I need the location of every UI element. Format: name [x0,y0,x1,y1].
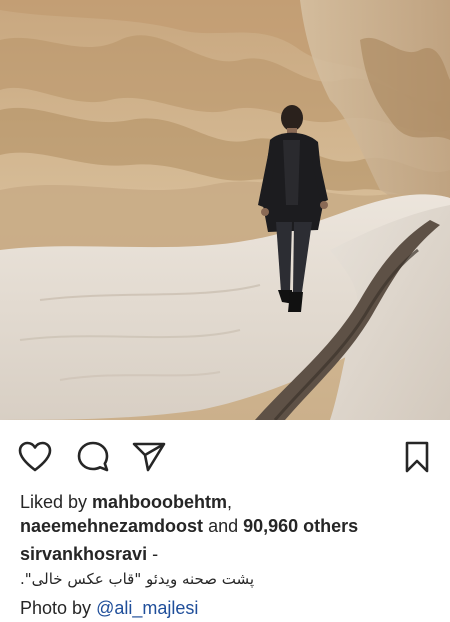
likes-count[interactable]: 90,960 others [243,516,358,536]
post-photo[interactable] [0,0,450,420]
photographer-mention[interactable]: @ali_majlesi [96,598,198,618]
liker-username-2[interactable]: naeemehnezamdoost [20,516,203,536]
bookmark-icon[interactable] [398,438,436,476]
caption-username[interactable]: sirvankhosravi [20,544,147,564]
photo-credit: Photo by @ali_majlesi [20,596,198,620]
likes-prefix: Liked by [20,492,93,512]
heart-icon[interactable] [16,438,54,476]
comment-bubble-icon[interactable] [74,438,112,476]
caption-dash: - [147,544,159,564]
credit-prefix: Photo by [20,598,97,618]
likes-summary: Liked by mahbooobehtm, naeemehnezamdoost… [20,490,440,538]
paper-plane-icon[interactable] [130,438,168,476]
likes-comma: , [227,492,233,512]
liker-username-1[interactable]: mahbooobehtm [92,492,227,512]
caption-header: sirvankhosravi - [20,542,158,566]
instagram-post: Liked by mahbooobehtm, naeemehnezamdoost… [0,0,450,622]
canyon-photo-illustration [0,0,450,420]
caption-text: پشت صحنه ویدئو "قاب عکس خالی". [20,570,255,588]
likes-and: and [203,516,244,536]
post-action-bar [0,420,450,494]
